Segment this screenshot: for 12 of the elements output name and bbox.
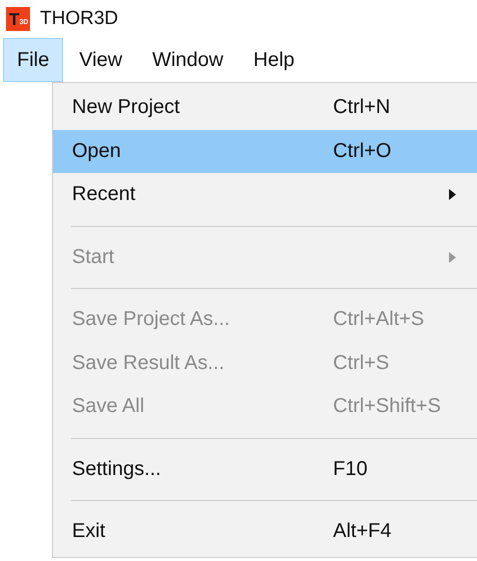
menu-bar-item[interactable]: Window	[138, 38, 238, 82]
window-title: THOR3D	[40, 8, 118, 30]
menu-bar-item[interactable]: File	[3, 38, 64, 82]
menu-item[interactable]: Recent	[53, 173, 477, 216]
menu-bar-item[interactable]: View	[65, 38, 136, 82]
submenu-arrow-icon	[449, 189, 456, 200]
menu-item[interactable]: Exit Alt+F4	[53, 510, 477, 554]
menu-item[interactable]: Settings... F10	[53, 448, 477, 491]
submenu-arrow-icon	[449, 252, 456, 262]
menu-bar-item[interactable]: Help	[239, 38, 309, 82]
menu-item[interactable]: New Project Ctrl+N	[53, 86, 477, 130]
menu-item[interactable]: Open Ctrl+O	[53, 130, 477, 173]
